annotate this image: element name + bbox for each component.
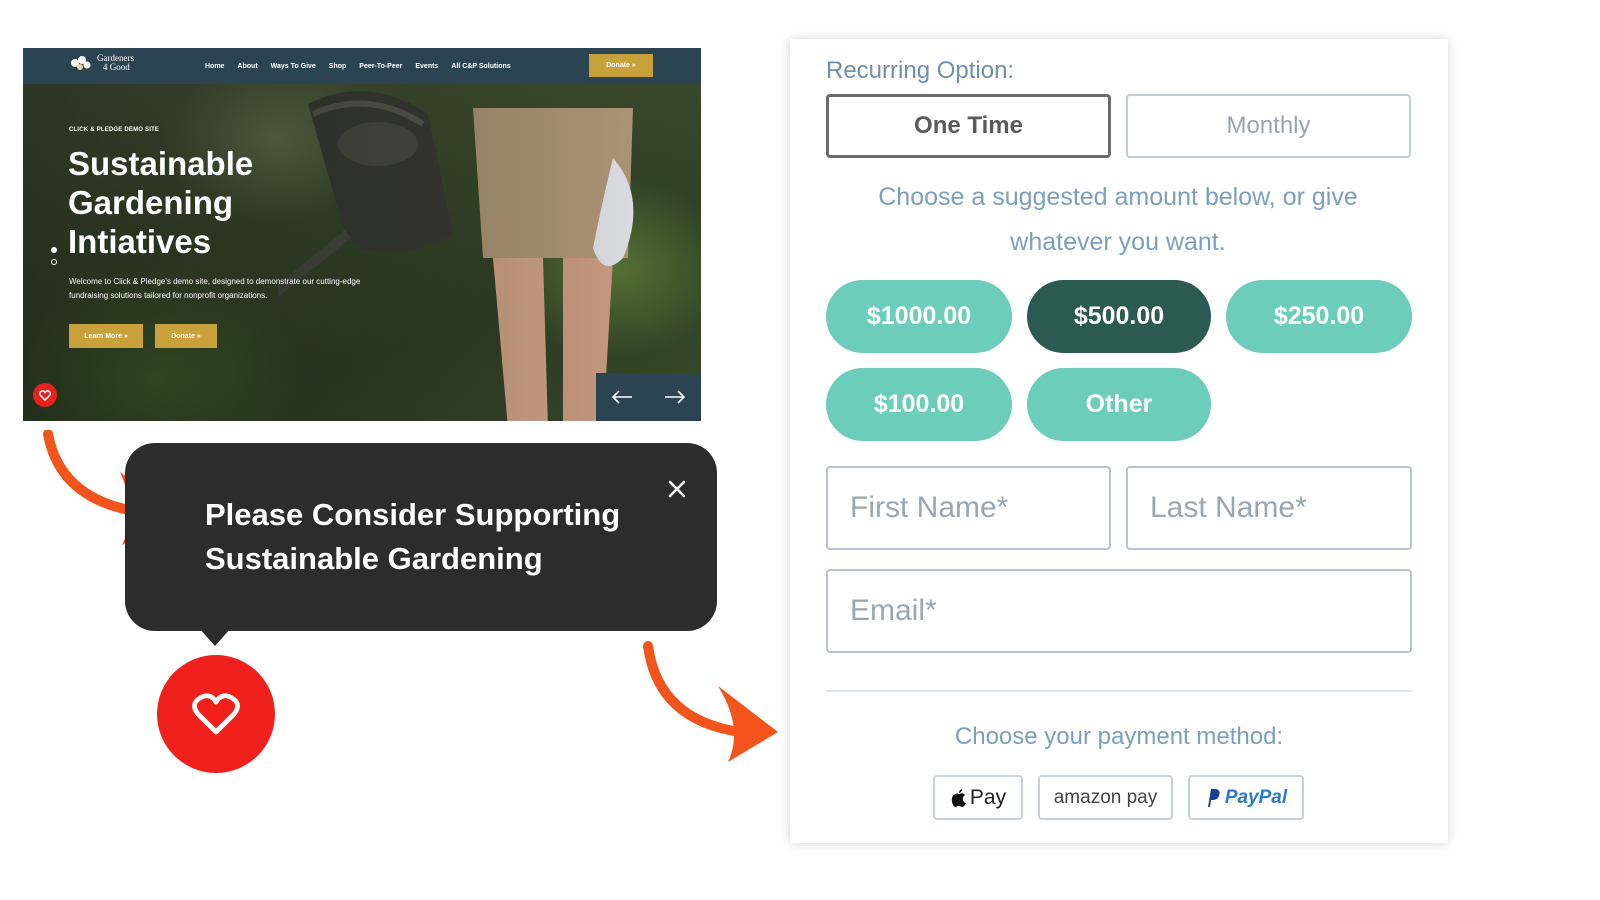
arrow-right-icon[interactable]: [663, 389, 687, 405]
site-logo[interactable]: Gardeners 4 Good: [69, 54, 153, 72]
tooltip-close-button[interactable]: [665, 477, 689, 501]
nav-item-events[interactable]: Events: [415, 63, 438, 70]
nav-item-about[interactable]: About: [237, 63, 257, 70]
slide-dot-active[interactable]: [51, 247, 57, 253]
apple-pay-button[interactable]: Pay: [933, 775, 1023, 820]
hero-title: Sustainable Gardening Intiatives: [68, 144, 308, 261]
tooltip-message: Please Consider Supporting Sustainable G…: [205, 493, 665, 581]
hero-title-line1: Sustainable: [68, 145, 254, 182]
apple-logo-icon: [951, 788, 966, 807]
payment-method-label: Choose your payment method:: [954, 723, 1284, 750]
heart-icon: [39, 389, 51, 401]
arrow-left-icon[interactable]: [610, 389, 634, 405]
hero-title-line3: Intiatives: [68, 223, 212, 260]
amazon-pay-label: amazon pay: [1053, 786, 1158, 808]
last-name-field[interactable]: Last Name*: [1126, 466, 1412, 550]
hero-donate-button[interactable]: Donate »: [155, 324, 217, 348]
first-name-field[interactable]: First Name*: [826, 466, 1111, 550]
amount-other-button[interactable]: Other: [1027, 368, 1211, 441]
curved-arrow-icon: [643, 641, 778, 762]
nav-item-home[interactable]: Home: [205, 63, 224, 70]
hero-description: Welcome to Click & Pledge's demo site, d…: [69, 277, 361, 300]
nav-item-shop[interactable]: Shop: [329, 63, 347, 70]
amount-100-button[interactable]: $100.00: [826, 368, 1012, 441]
logo-text-line2: 4 Good: [103, 62, 130, 72]
close-icon: [668, 480, 686, 498]
tooltip-tail: [199, 628, 231, 646]
tooltip-message-line2: Sustainable Gardening: [205, 541, 543, 576]
donation-form: Recurring Option: One Time Monthly Choos…: [790, 39, 1448, 843]
nav-item-solutions[interactable]: All C&P Solutions: [451, 63, 510, 70]
suggested-amount-text-line2: whatever you want.: [1010, 228, 1226, 256]
learn-more-button[interactable]: Learn More »: [69, 324, 143, 348]
tooltip-message-line1: Please Consider Supporting: [205, 497, 621, 532]
donate-heart-button[interactable]: [157, 655, 275, 773]
paypal-label: PayPal: [1224, 786, 1288, 808]
hero-eyebrow: CLICK & PLEDGE DEMO SITE: [69, 127, 160, 133]
site-navbar: Gardeners 4 Good Home About Ways To Give…: [23, 48, 701, 84]
donation-tooltip: Please Consider Supporting Sustainable G…: [125, 443, 717, 631]
nav-item-peer-to-peer[interactable]: Peer-To-Peer: [359, 63, 402, 70]
website-hero-screenshot: Gardeners 4 Good Home About Ways To Give…: [23, 48, 701, 421]
donate-widget-button[interactable]: [33, 383, 57, 407]
flower-logo-icon: [71, 56, 91, 70]
apple-pay-label: Pay: [969, 785, 1007, 809]
amazon-pay-button[interactable]: amazon pay: [1038, 775, 1173, 820]
nav-menu: Home About Ways To Give Shop Peer-To-Pee…: [205, 48, 524, 84]
email-field[interactable]: Email*: [826, 569, 1412, 653]
one-time-option-button[interactable]: One Time: [826, 94, 1111, 158]
slider-arrows: [596, 373, 701, 421]
suggested-amount-text: Choose a suggested amount below, or give…: [826, 175, 1410, 265]
paypal-logo-icon: [1207, 788, 1220, 807]
slide-dot[interactable]: [51, 259, 57, 265]
paypal-button[interactable]: PayPal: [1188, 775, 1304, 820]
hero-title-line2: Gardening: [68, 184, 234, 221]
nav-donate-button[interactable]: Donate »: [589, 54, 653, 77]
suggested-amount-text-line1: Choose a suggested amount below, or give: [878, 183, 1358, 211]
monthly-option-button[interactable]: Monthly: [1126, 94, 1411, 158]
recurring-option-label: Recurring Option:: [826, 57, 1015, 84]
form-divider: [826, 690, 1412, 692]
nav-item-ways-to-give[interactable]: Ways To Give: [271, 63, 316, 70]
amount-500-button[interactable]: $500.00: [1027, 280, 1211, 353]
amount-1000-button[interactable]: $1000.00: [826, 280, 1012, 353]
heart-icon: [192, 693, 240, 735]
amount-250-button[interactable]: $250.00: [1226, 280, 1412, 353]
